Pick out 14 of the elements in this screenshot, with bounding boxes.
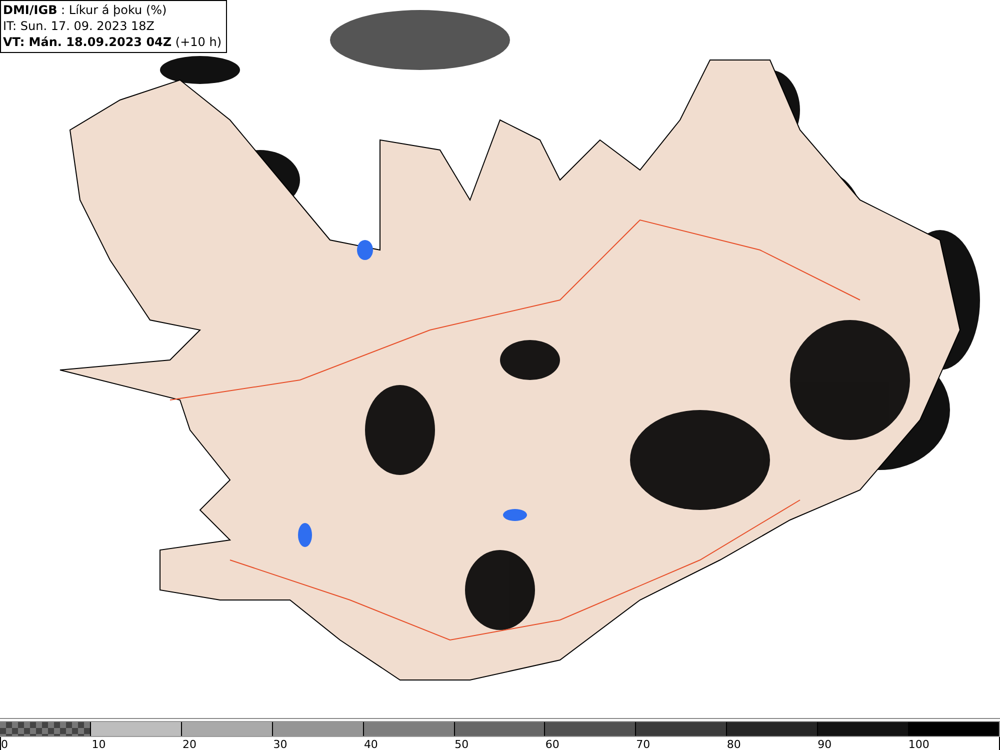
info-text: DMI/IGB : Líkur á þoku (%) (3, 2, 168, 18)
legend-label: 10 (92, 738, 106, 750)
legend-label: 50 (454, 738, 469, 750)
legend-label: 80 (726, 738, 741, 750)
legend-label: 90 (818, 738, 832, 750)
info-text: VT: Mán. 18.09.2023 04Z (+10 h) (3, 34, 222, 50)
legend-label: 20 (182, 738, 196, 750)
legend-label: 30 (273, 738, 288, 750)
info-text: IT: Sun. 17. 09. 2023 18Z (3, 18, 156, 34)
legend-label: 60 (545, 738, 560, 750)
legend-label: 0 (1, 738, 8, 750)
legend-label: 100 (908, 738, 930, 750)
legend-label: 40 (364, 738, 378, 750)
legend-label: 70 (636, 738, 650, 750)
